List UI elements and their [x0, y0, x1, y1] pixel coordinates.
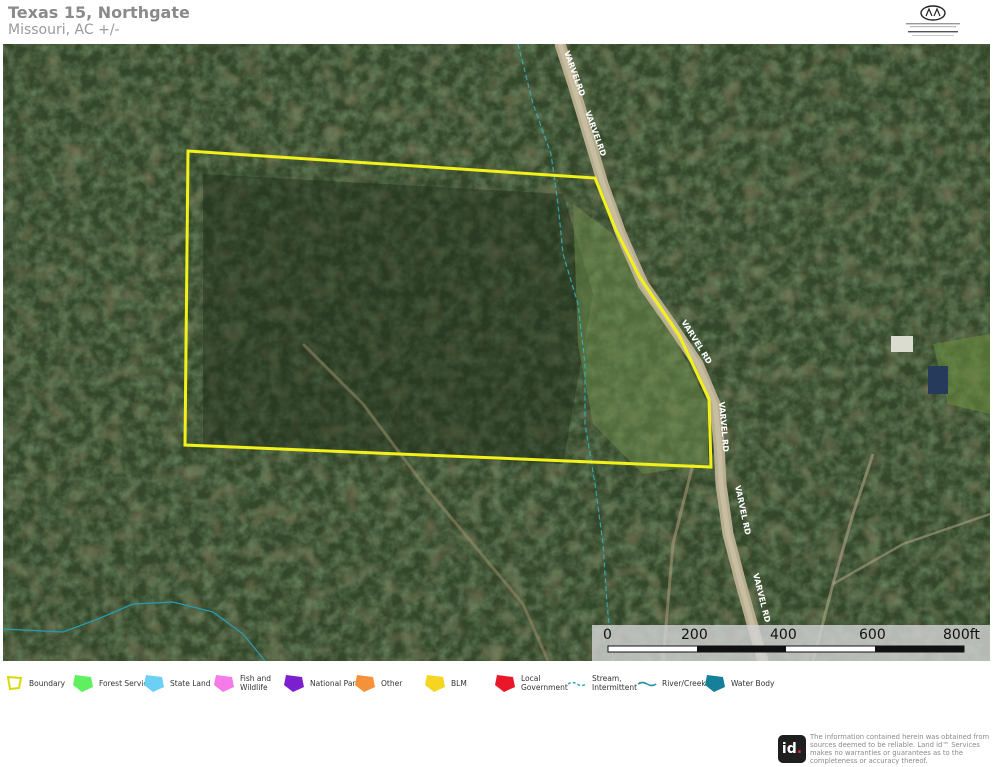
forest-service-icon — [73, 675, 93, 692]
water-body-icon — [705, 675, 725, 692]
legend-label: Fish and Wildlife — [240, 674, 272, 692]
other-icon — [355, 675, 375, 692]
scale-bar-segment — [697, 646, 786, 652]
legend-item-other: Other — [354, 670, 402, 696]
legend-label: BLM — [451, 678, 467, 688]
legend-label: River/Creek — [662, 678, 706, 688]
satellite-map[interactable]: VARVELRD VARVELRD VARVEL RD VARVEL RD VA… — [3, 44, 990, 661]
disclaimer-text: The information contained herein was obt… — [810, 733, 990, 765]
legend-label: Boundary — [29, 678, 66, 688]
legend-item-state-land: State Land — [143, 670, 211, 696]
map-title: Texas 15, Northgate — [8, 3, 190, 22]
legend-label: Stream, Intermittent — [592, 674, 638, 692]
land-id-logo-text: id — [781, 741, 797, 757]
legend-item-local-government: Local Government — [494, 670, 568, 696]
building — [891, 336, 913, 352]
map-subtitle: Missouri, AC +/- — [8, 22, 120, 38]
scale-bar-segment — [875, 646, 964, 652]
brokerage-logo — [896, 2, 970, 42]
legend-item-forest-service: Forest Servic — [72, 670, 148, 696]
building — [928, 366, 948, 394]
legend-item-fish-wildlife: Fish and Wildlife — [213, 670, 271, 696]
river-creek-icon — [637, 681, 657, 687]
state-land-icon — [144, 675, 164, 692]
legend-label: Forest Servic — [99, 678, 148, 688]
legend-label: Other — [381, 678, 403, 688]
local-government-icon — [495, 675, 515, 692]
blm-icon — [425, 675, 445, 692]
legend-label: Local Government — [521, 674, 568, 692]
map-legend: Boundary Forest Servic State Land Fish a… — [0, 664, 993, 700]
scale-bar: 0 200 400 600 800ft — [592, 625, 990, 661]
land-id-logo: id. — [778, 735, 806, 763]
map-header: Texas 15, Northgate Missouri, AC +/- — [0, 0, 993, 44]
legend-label: Water Body — [731, 678, 775, 688]
legend-item-blm: BLM — [424, 670, 467, 696]
legend-label: State Land — [170, 678, 211, 688]
boundary-outline-icon — [6, 675, 23, 691]
legend-item-river-creek: River/Creek — [637, 670, 706, 696]
legend-item-national-park: National Park — [283, 670, 360, 696]
fish-wildlife-icon — [214, 675, 234, 692]
stream-intermittent-icon — [567, 681, 587, 687]
national-park-icon — [284, 675, 304, 692]
dense-forest-area — [203, 174, 593, 464]
legend-item-boundary: Boundary — [6, 670, 65, 696]
legend-label: National Park — [310, 678, 360, 688]
legend-item-water-body: Water Body — [704, 670, 775, 696]
legend-item-stream-intermittent: Stream, Intermittent — [567, 670, 637, 696]
